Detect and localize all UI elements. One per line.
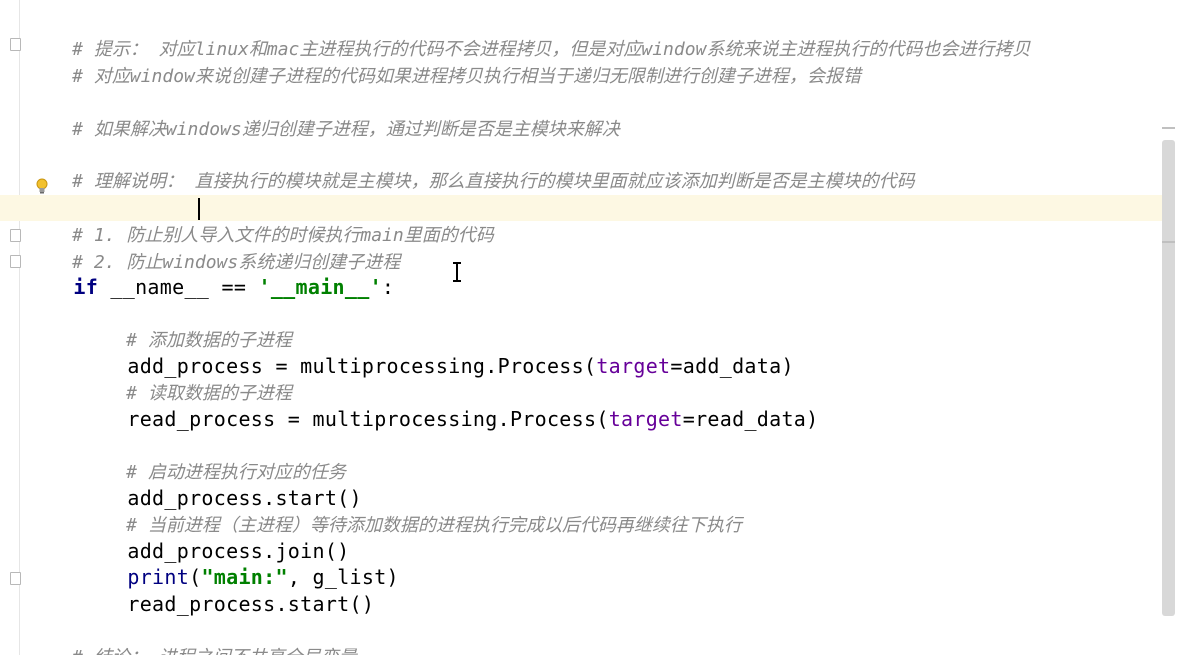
scroll-marker bbox=[1162, 241, 1175, 243]
editor-gutter[interactable] bbox=[0, 0, 18, 655]
code-line-6[interactable]: # 2. 防止windows系统递归创建子进程 bbox=[24, 222, 400, 273]
keyword-argument: target bbox=[608, 407, 683, 431]
code-line-16[interactable]: print("main:", g_list) bbox=[78, 538, 399, 589]
comment-text: # 理解说明： 直接执行的模块就是主模块，那么直接执行的模块里面就应该添加判断是… bbox=[72, 171, 915, 192]
code-text: read_process.start() bbox=[127, 592, 375, 616]
comment-text: # 结论： 进程之间不共享全局变量 bbox=[72, 647, 357, 655]
code-text: __name__ == bbox=[98, 275, 259, 299]
code-text: read_process = multiprocessing.Process( bbox=[127, 407, 609, 431]
code-line-12[interactable]: # 启动进程执行对应的任务 bbox=[78, 432, 346, 483]
code-line-7[interactable]: if __name__ == '__main__': bbox=[24, 248, 394, 299]
scroll-marker bbox=[1162, 127, 1175, 129]
code-text: =read_data) bbox=[682, 407, 819, 431]
comment-text: # 如果解决windows递归创建子进程，通过判断是否是主模块来解决 bbox=[72, 119, 620, 140]
code-line-14[interactable]: # 当前进程（主进程）等待添加数据的进程执行完成以后代码再继续往下执行 bbox=[78, 485, 742, 536]
code-line-11[interactable]: read_process = multiprocessing.Process(t… bbox=[78, 380, 819, 431]
code-line-5[interactable]: # 1. 防止别人导入文件的时候执行main里面的代码 bbox=[24, 195, 494, 246]
keyword-if: if bbox=[73, 275, 99, 299]
fold-marker-icon[interactable] bbox=[10, 572, 21, 585]
code-text: : bbox=[381, 275, 395, 299]
code-line-15[interactable]: add_process.join() bbox=[78, 512, 350, 563]
code-line-9[interactable]: add_process = multiprocessing.Process(ta… bbox=[78, 327, 794, 378]
keyword-argument: target bbox=[596, 354, 671, 378]
fold-marker-icon[interactable] bbox=[10, 229, 21, 242]
code-line-3[interactable]: # 如果解决windows递归创建子进程，通过判断是否是主模块来解决 bbox=[24, 89, 620, 140]
string-literal: '__main__' bbox=[258, 275, 382, 299]
fold-marker-icon[interactable] bbox=[10, 255, 21, 268]
code-line-4[interactable]: # 理解说明： 直接执行的模块就是主模块，那么直接执行的模块里面就应该添加判断是… bbox=[24, 141, 915, 192]
code-editor[interactable]: # 提示： 对应linux和mac主进程执行的代码不会进程拷贝，但是对应wind… bbox=[0, 0, 1177, 655]
text-cursor-icon bbox=[198, 198, 200, 220]
code-line-1[interactable]: # 提示： 对应linux和mac主进程执行的代码不会进程拷贝，但是对应wind… bbox=[24, 9, 1030, 60]
code-line-10[interactable]: # 读取数据的子进程 bbox=[78, 353, 292, 404]
gutter-divider bbox=[19, 0, 20, 655]
code-line-2[interactable]: # 对应window来说创建子进程的代码如果进程拷贝执行相当于递归无限制进行创建… bbox=[24, 36, 861, 87]
code-line-18[interactable]: # 结论： 进程之间不共享全局变量 bbox=[24, 617, 357, 655]
code-line-17[interactable]: read_process.start() bbox=[78, 565, 374, 616]
lightbulb-icon[interactable] bbox=[36, 178, 48, 194]
comment-text: # 对应window来说创建子进程的代码如果进程拷贝执行相当于递归无限制进行创建… bbox=[72, 66, 861, 87]
fold-marker-icon[interactable] bbox=[10, 38, 21, 51]
code-text: =add_data) bbox=[670, 354, 794, 378]
code-line-13[interactable]: add_process.start() bbox=[78, 459, 362, 510]
code-line-8[interactable]: # 添加数据的子进程 bbox=[78, 300, 292, 351]
mouse-ibeam-icon bbox=[453, 262, 461, 282]
vertical-scrollbar[interactable] bbox=[1162, 140, 1175, 616]
